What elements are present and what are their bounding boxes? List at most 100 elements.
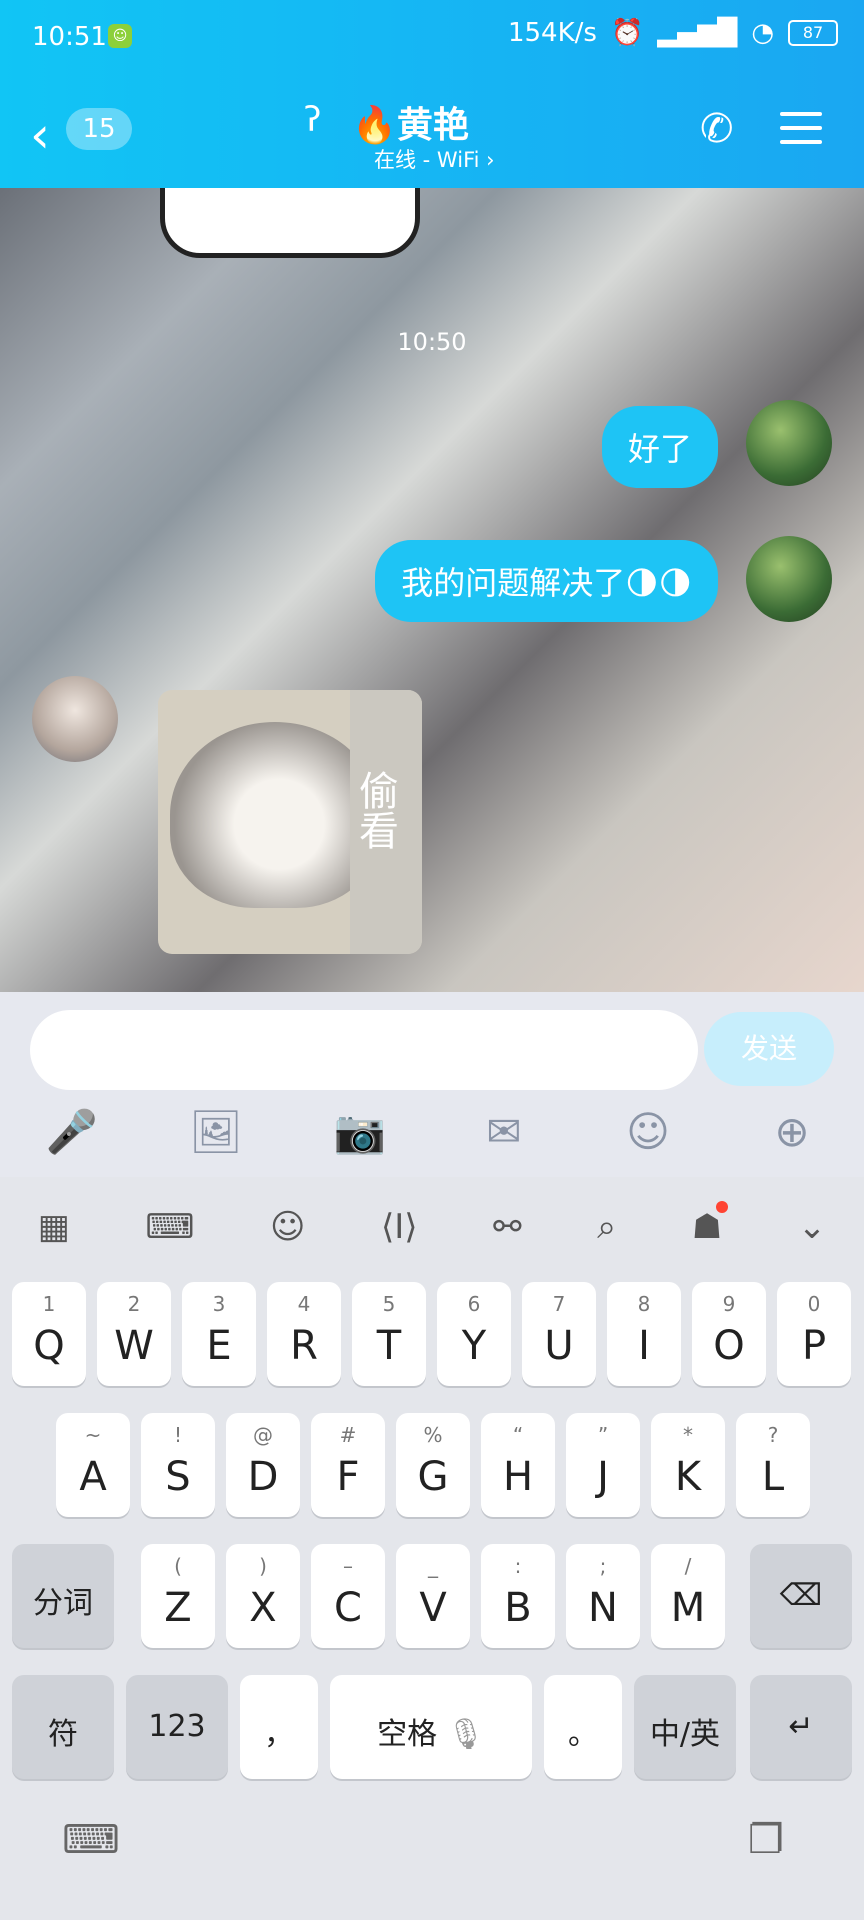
- key-comma[interactable]: ，: [240, 1675, 318, 1779]
- key-label: B: [504, 1585, 532, 1631]
- key-label: T: [376, 1323, 402, 1369]
- key-z[interactable]: (Z: [141, 1544, 215, 1648]
- key-label: Q: [33, 1323, 65, 1369]
- key-secondary-label: 1: [42, 1292, 56, 1316]
- camera-icon[interactable]: 📷: [330, 1104, 390, 1160]
- phone-call-icon[interactable]: ✆: [700, 106, 734, 152]
- key-d[interactable]: @ D: [226, 1413, 300, 1517]
- key-label: E: [206, 1323, 232, 1369]
- key-a[interactable]: ~ A: [56, 1413, 130, 1517]
- alarm-icon: ⏰: [610, 18, 644, 48]
- key-u[interactable]: 7U: [522, 1282, 596, 1386]
- my-avatar[interactable]: [746, 536, 832, 622]
- keyboard-switch-icon[interactable]: ⌨: [62, 1817, 120, 1863]
- enter-icon: ↵: [788, 1709, 814, 1744]
- key-label: U: [544, 1323, 574, 1369]
- key-period[interactable]: 。: [544, 1675, 622, 1779]
- keyboard-layout-icon[interactable]: ⌨: [145, 1207, 194, 1247]
- key-fenci[interactable]: 分词: [12, 1544, 114, 1648]
- key-label: Y: [461, 1323, 487, 1369]
- message-bubble-outgoing[interactable]: 我的问题解决了🌗🌗: [375, 540, 718, 622]
- key-numbers[interactable]: 123: [126, 1675, 228, 1779]
- key-label: H: [502, 1454, 534, 1500]
- space-key[interactable]: 空格 🎙: [330, 1675, 532, 1779]
- back-icon[interactable]: ‹: [30, 106, 50, 164]
- key-t[interactable]: 5T: [352, 1282, 426, 1386]
- key-secondary-label: 5: [382, 1292, 396, 1316]
- key-label: O: [713, 1323, 745, 1369]
- online-status[interactable]: 在线 - WiFi ›: [374, 144, 495, 174]
- key-label: C: [334, 1585, 362, 1631]
- message-input[interactable]: [30, 1010, 698, 1090]
- contact-name[interactable]: 🔥黄艳: [352, 96, 469, 148]
- key-v[interactable]: _ V: [396, 1544, 470, 1648]
- ai-assistant-icon[interactable]: ☗: [692, 1201, 729, 1247]
- key-c[interactable]: – C: [311, 1544, 385, 1648]
- key-symbols[interactable]: 符: [12, 1675, 114, 1779]
- key-secondary-label: ;: [599, 1554, 607, 1578]
- key-m[interactable]: / M: [651, 1544, 725, 1648]
- key-label: Z: [164, 1585, 192, 1631]
- key-i[interactable]: 8I: [607, 1282, 681, 1386]
- key-w[interactable]: 2W: [97, 1282, 171, 1386]
- key-secondary-label: !: [173, 1423, 183, 1447]
- ear-icon[interactable]: ʔ: [304, 100, 321, 140]
- unread-count-badge[interactable]: 15: [66, 108, 132, 150]
- status-time: 10:51: [32, 22, 107, 52]
- message-bubble-outgoing[interactable]: 好了: [601, 406, 718, 488]
- key-x[interactable]: ) X: [226, 1544, 300, 1648]
- backspace-key[interactable]: ⌫: [750, 1544, 852, 1648]
- key-secondary-label: 4: [297, 1292, 311, 1316]
- red-packet-icon[interactable]: ✉: [474, 1104, 534, 1160]
- key-f[interactable]: # F: [311, 1413, 385, 1517]
- menu-icon[interactable]: [780, 112, 822, 144]
- plus-icon[interactable]: ⊕: [762, 1104, 822, 1160]
- my-avatar[interactable]: [746, 400, 832, 486]
- key-l[interactable]: ? L: [736, 1413, 810, 1517]
- enter-key[interactable]: ↵: [750, 1675, 852, 1779]
- chat-area[interactable]: 10:50 好了 我的问题解决了🌗🌗 偷看: [0, 188, 864, 992]
- key-label: S: [165, 1454, 191, 1500]
- apps-grid-icon[interactable]: ▦: [38, 1207, 70, 1247]
- key-o[interactable]: 9O: [692, 1282, 766, 1386]
- key-y[interactable]: 6Y: [437, 1282, 511, 1386]
- cat-sticker[interactable]: 偷看: [158, 690, 422, 954]
- clipboard-icon[interactable]: ❐: [748, 1817, 784, 1863]
- key-b[interactable]: :B: [481, 1544, 555, 1648]
- search-icon[interactable]: ⌕: [597, 1207, 616, 1247]
- emoji-icon[interactable]: ☺: [618, 1104, 678, 1160]
- send-button[interactable]: 发送: [704, 1012, 834, 1086]
- key-secondary-label: /: [684, 1554, 692, 1578]
- sticker-caption: 偷看: [352, 770, 398, 850]
- key-r[interactable]: 4R: [267, 1282, 341, 1386]
- key-k[interactable]: * K: [651, 1413, 725, 1517]
- key-j[interactable]: ” J: [566, 1413, 640, 1517]
- keyboard-toolbar: ▦ ⌨ ☺ ⟨I⟩ ⚯ ⌕ ☗ ⌄: [0, 1177, 864, 1277]
- key-p[interactable]: 0P: [777, 1282, 851, 1386]
- collapse-keyboard-icon[interactable]: ⌄: [798, 1207, 827, 1247]
- image-icon[interactable]: 🖼: [186, 1104, 246, 1160]
- key-e[interactable]: 3E: [182, 1282, 256, 1386]
- key-q[interactable]: 1Q: [12, 1282, 86, 1386]
- key-label: L: [761, 1454, 785, 1500]
- language-switch-key[interactable]: 中/英: [634, 1675, 736, 1779]
- key-h[interactable]: “H: [481, 1413, 555, 1517]
- key-secondary-label: 9: [722, 1292, 736, 1316]
- microphone-icon[interactable]: 🎤: [42, 1104, 102, 1160]
- cursor-icon[interactable]: ⟨I⟩: [381, 1207, 418, 1247]
- key-secondary-label: #: [339, 1423, 357, 1447]
- contact-avatar[interactable]: [32, 676, 118, 762]
- key-g[interactable]: % G: [396, 1413, 470, 1517]
- sticker-partial[interactable]: [160, 188, 420, 258]
- key-secondary-label: %: [423, 1423, 443, 1447]
- key-n[interactable]: ; N: [566, 1544, 640, 1648]
- emoji-keyboard-icon[interactable]: ☺: [270, 1207, 305, 1247]
- key-label: W: [114, 1323, 154, 1369]
- link-icon[interactable]: ⚯: [493, 1207, 522, 1247]
- key-secondary-label: ?: [767, 1423, 779, 1447]
- key-s[interactable]: ! S: [141, 1413, 215, 1517]
- status-indicators: 154K/s ⏰ ▂▄▆█ ◔ 87: [508, 18, 838, 48]
- key-secondary-label: ”: [597, 1423, 609, 1447]
- key-secondary-label: 6: [467, 1292, 481, 1316]
- key-secondary-label: 2: [127, 1292, 141, 1316]
